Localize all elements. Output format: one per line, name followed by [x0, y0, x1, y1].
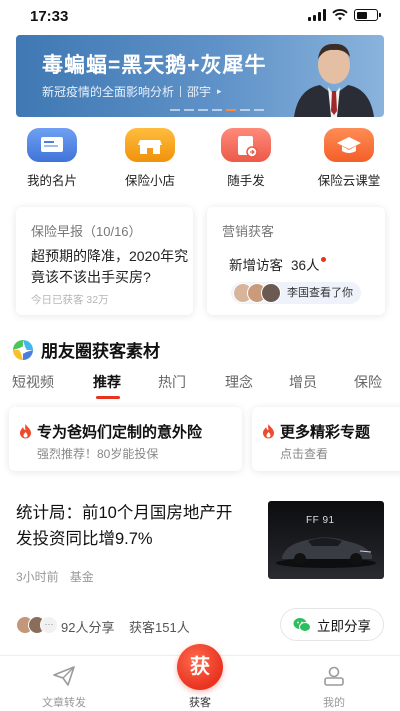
banner-subtitle: 新冠疫情的全面影响分析 邵宇 ▸ — [42, 83, 222, 100]
tabbar-label: 文章转发 — [42, 697, 86, 709]
business-card-icon — [27, 128, 77, 162]
notification-dot — [320, 256, 326, 262]
topic-title: 更多精彩专题 — [280, 424, 371, 441]
section-header: 朋友圈获客素材 — [12, 337, 160, 362]
graduation-cap-icon — [324, 128, 374, 162]
paper-plane-icon — [53, 666, 75, 686]
share-count: 92人分享 — [61, 620, 115, 635]
banner-subtitle-text: 新冠疫情的全面影响分析 — [42, 85, 175, 99]
car-image — [276, 537, 376, 568]
news-headline: 超预期的降准，2020年究竟该不该出手买房? — [31, 248, 189, 285]
quick-action-label: 随手发 — [227, 174, 265, 188]
card-title: 营销获客 — [222, 224, 275, 239]
promo-banner[interactable]: 毒蝙蝠=黑天鹅+灰犀牛 新冠疫情的全面影响分析 邵宇 ▸ — [16, 35, 384, 117]
battery-icon — [354, 9, 381, 21]
quick-action-business-card[interactable]: 我的名片 — [12, 128, 92, 189]
divider — [180, 86, 182, 97]
share-button-label: 立即分享 — [317, 618, 371, 634]
topic-card-more[interactable]: 更多精彩专题 点击查看 — [252, 407, 400, 471]
speaker-portrait — [294, 43, 374, 117]
wifi-icon — [332, 9, 348, 21]
quick-action-label: 保险云课堂 — [317, 174, 381, 188]
user-profile-icon — [324, 666, 344, 686]
category-tabs: 短视频 推荐 热门 理念 增员 保险 — [0, 372, 400, 399]
wechat-icon — [293, 617, 311, 632]
tab-recruit[interactable]: 增员 — [289, 372, 317, 392]
bottom-tab-bar: 文章转发 获 获客 我的 — [0, 644, 400, 711]
leads-badge-icon: 获 — [177, 644, 223, 690]
share-row: ··· 92人分享 获客151人 立即分享 — [16, 608, 384, 644]
morning-news-card[interactable]: 保险早报（10/16） 超预期的降准，2020年究竟该不该出手买房? 今日已获客… — [16, 207, 193, 315]
news-footer: 今日已获客 32万 — [31, 294, 109, 306]
tabbar-item-article-forward[interactable]: 文章转发 — [24, 666, 104, 710]
quick-action-cloud-class[interactable]: 保险云课堂 — [309, 128, 389, 189]
tabbar-label: 我的 — [323, 697, 345, 709]
carousel-indicator — [170, 109, 264, 111]
tab-insurance[interactable]: 保险 — [354, 372, 382, 392]
tabbar-item-mine[interactable]: 我的 — [294, 666, 374, 710]
moments-logo-icon — [13, 339, 33, 360]
quick-action-label: 保险小店 — [124, 174, 175, 188]
share-now-button[interactable]: 立即分享 — [280, 608, 384, 641]
tab-recommended[interactable]: 推荐 — [93, 372, 121, 392]
recent-visitor-text: 李国查看了你 — [287, 287, 353, 299]
active-tab-indicator — [96, 396, 120, 399]
tabbar-label: 获客 — [189, 697, 211, 709]
article-tag: 基金 — [69, 570, 94, 584]
tab-concept[interactable]: 理念 — [225, 372, 253, 392]
section-title: 朋友圈获客素材 — [41, 342, 160, 361]
topic-title: 专为爸妈们定制的意外险 — [37, 424, 203, 441]
lead-count: 获客151人 — [129, 620, 190, 635]
article-title: 统计局：前10个月国房地产开发投资同比增9.7% — [16, 504, 233, 548]
new-visitors: 新增访客 36人 — [229, 254, 326, 274]
signal-icon — [308, 9, 326, 21]
quick-action-quick-post[interactable]: 随手发 — [206, 128, 286, 189]
visitor-avatars — [233, 283, 281, 303]
avatar — [261, 283, 281, 303]
tab-short-video[interactable]: 短视频 — [12, 372, 54, 392]
topic-subtitle: 点击查看 — [280, 447, 329, 461]
status-bar: 17:33 — [0, 0, 400, 32]
article-thumbnail: FF 91 — [268, 501, 384, 579]
banner-author: 邵宇 — [187, 85, 212, 99]
banner-title: 毒蝙蝠=黑天鹅+灰犀牛 — [42, 54, 267, 77]
article-time: 3小时前 — [16, 570, 59, 584]
topic-subtitle: 强烈推荐！80岁能投保 — [37, 447, 159, 461]
card-title: 保险早报（10/16） — [31, 224, 142, 239]
chevron-right-icon: ▸ — [217, 86, 222, 96]
topic-card-parents-insurance[interactable]: 专为爸妈们定制的意外险 强烈推荐！80岁能投保 — [9, 407, 242, 471]
more-avatars-icon: ··· — [40, 616, 58, 634]
tab-hot[interactable]: 热门 — [158, 372, 186, 392]
quick-actions: 我的名片 保险小店 随手发 保险云课堂 — [0, 128, 400, 188]
recent-visitor-pill[interactable]: 李国查看了你 — [231, 282, 361, 304]
visitor-count: 36人 — [291, 258, 320, 273]
flame-icon — [20, 424, 31, 439]
status-icons — [308, 9, 381, 21]
status-time: 17:33 — [30, 8, 69, 25]
article-item[interactable]: 统计局：前10个月国房地产开发投资同比增9.7% 3小时前 基金 FF 91 — [16, 500, 384, 584]
article-meta: 3小时前 基金 — [16, 568, 94, 585]
marketing-card[interactable]: 营销获客 新增访客 36人 李国查看了你 — [207, 207, 385, 315]
flame-icon — [263, 424, 274, 439]
visitor-label: 新增访客 — [229, 258, 283, 273]
shop-icon — [125, 128, 175, 162]
share-document-icon — [221, 128, 271, 162]
quick-action-label: 我的名片 — [26, 174, 77, 188]
sharer-avatars: ··· — [16, 616, 58, 634]
quick-action-shop[interactable]: 保险小店 — [110, 128, 190, 189]
